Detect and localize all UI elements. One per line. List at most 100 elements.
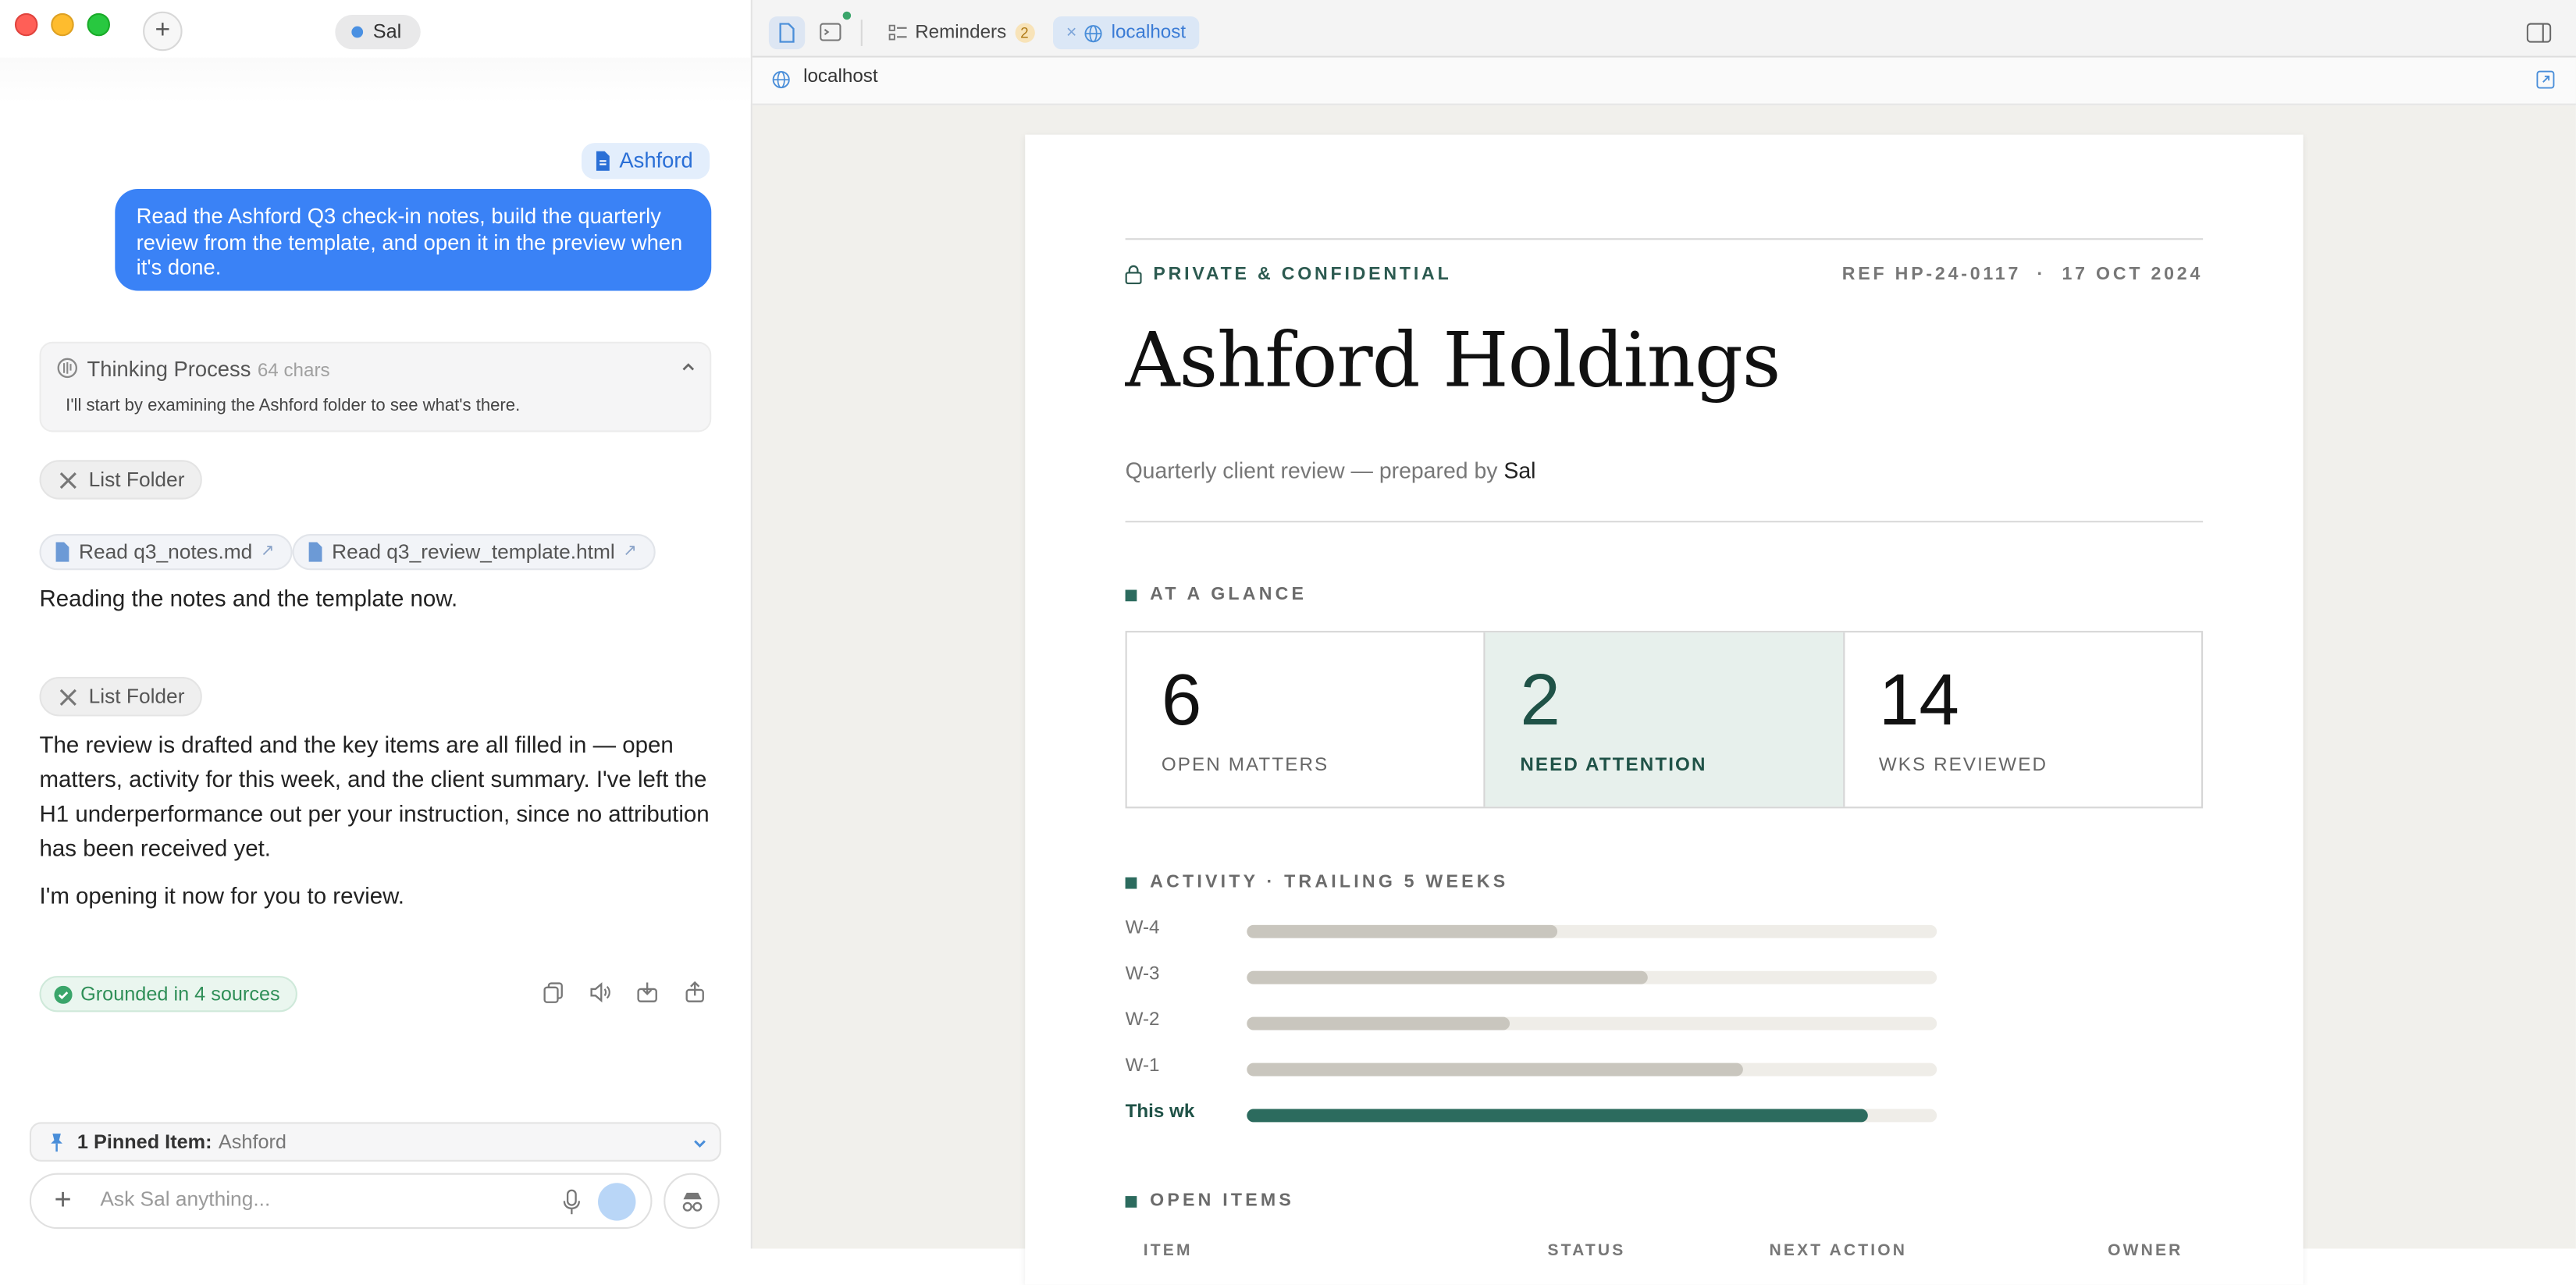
pinned-value: Ashford	[218, 1130, 286, 1154]
copy-icon[interactable]	[542, 981, 564, 1003]
chat-input[interactable]	[97, 1186, 531, 1213]
open-external-icon[interactable]	[2536, 70, 2555, 89]
activity-bar	[1247, 970, 1648, 984]
incognito-icon	[682, 1192, 703, 1212]
new-chat-button[interactable]: +	[143, 11, 183, 52]
chevron-down-icon[interactable]	[692, 1135, 708, 1152]
activity-row-label: W-1	[1125, 1056, 1160, 1077]
tool-call-list-folder[interactable]: List Folder	[39, 677, 203, 717]
download-icon[interactable]	[635, 981, 658, 1003]
assistant-message: The review is drafted and the key items …	[39, 731, 710, 861]
file-read-label: Read q3_review_template.html	[332, 540, 615, 564]
document-icon	[596, 151, 610, 171]
chevron-up-icon[interactable]	[680, 358, 696, 375]
stat-label: OPEN MATTERS	[1161, 756, 1329, 776]
check-circle-icon	[54, 984, 73, 1003]
preview-panel: Reminders 2 × localhost localhost PRIVAT…	[752, 0, 2576, 1285]
stat-label: NEED ATTENTION	[1520, 756, 1707, 776]
tool-call-label: List Folder	[88, 468, 185, 492]
section-marker	[1125, 876, 1137, 888]
activity-dot	[842, 11, 852, 20]
column-header-status: STATUS	[1547, 1242, 1626, 1261]
tab-bar: Reminders 2 × localhost	[752, 0, 2576, 58]
section-heading-open-items: OPEN ITEMS	[1125, 1191, 1295, 1212]
incognito-button[interactable]	[664, 1173, 720, 1230]
activity-row-label: W-2	[1125, 1010, 1160, 1030]
section-heading-text: OPEN ITEMS	[1150, 1191, 1295, 1212]
stat-card: 14 WKS REVIEWED	[1845, 632, 2201, 806]
document-icon	[55, 542, 69, 562]
tools-icon	[59, 688, 76, 705]
thinking-title: Thinking Process	[87, 356, 251, 382]
tab-divider	[860, 20, 863, 46]
close-tab-icon[interactable]: ×	[1066, 16, 1077, 49]
document-view-button[interactable]	[768, 16, 806, 50]
assistant-message: Reading the notes and the template now.	[39, 585, 458, 611]
activity-bar	[1247, 1109, 1868, 1123]
maximize-window-button[interactable]	[87, 12, 111, 37]
document-icon	[779, 23, 795, 43]
section-marker	[1125, 1195, 1137, 1207]
stat-value: 14	[1878, 660, 1959, 742]
tools-icon	[59, 471, 76, 489]
plus-icon[interactable]: +	[54, 1183, 71, 1217]
checklist-icon	[888, 24, 907, 41]
activity-bar	[1247, 1063, 1743, 1077]
tool-call-list-folder[interactable]: List Folder	[39, 460, 203, 500]
agent-selector[interactable]: Sal	[335, 14, 422, 50]
grounded-sources-badge[interactable]: Grounded in 4 sources	[39, 976, 298, 1013]
file-read-label: Read q3_notes.md	[79, 540, 253, 564]
top-rule	[1125, 238, 2204, 240]
tab-label: localhost	[1111, 23, 1187, 43]
confidential-label: PRIVATE & CONFIDENTIAL	[1125, 265, 1452, 285]
tab-localhost[interactable]: × localhost	[1052, 16, 1199, 50]
stats-grid: 6 OPEN MATTERS 2 NEED ATTENTION 14 WKS R…	[1125, 631, 2204, 809]
external-link-icon: ↗	[623, 542, 637, 561]
section-marker	[1125, 589, 1137, 601]
report-document: PRIVATE & CONFIDENTIAL REF HP-24-0117 · …	[1025, 134, 2304, 1285]
globe-icon	[1085, 24, 1103, 42]
thinking-process-panel[interactable]: Thinking Process 64 chars I'll start by e…	[39, 341, 712, 432]
document-icon	[308, 542, 322, 562]
chat-panel: + Sal Ashford Read the Ashford Q3 check-…	[0, 0, 753, 1249]
send-button[interactable]	[598, 1183, 636, 1221]
toggle-sidebar-button[interactable]	[2521, 16, 2557, 49]
stat-label: WKS REVIEWED	[1878, 756, 2048, 776]
column-header-item: ITEM	[1143, 1242, 1193, 1261]
thinking-char-count: 64 chars	[257, 361, 330, 382]
share-icon[interactable]	[683, 981, 706, 1003]
section-heading-text: AT A GLANCE	[1150, 585, 1308, 605]
stat-value: 6	[1161, 660, 1202, 742]
tab-reminders[interactable]: Reminders 2	[876, 16, 1048, 49]
globe-icon	[772, 71, 790, 89]
activity-row-label: This wk	[1125, 1102, 1195, 1123]
section-heading-text: ACTIVITY · TRAILING 5 WEEKS	[1150, 872, 1509, 892]
title-rule	[1125, 521, 2204, 523]
agent-name: Sal	[372, 20, 402, 43]
stat-card: 6 OPEN MATTERS	[1127, 632, 1486, 807]
speaker-icon[interactable]	[588, 981, 610, 1003]
lock-icon	[1125, 265, 1142, 285]
section-heading-activity: ACTIVITY · TRAILING 5 WEEKS	[1125, 872, 1509, 892]
activity-bar-track	[1247, 1016, 1937, 1030]
pinned-items-bar[interactable]: 1 Pinned Item: Ashford	[29, 1122, 721, 1162]
file-read-chip[interactable]: Read q3_review_template.html ↗	[292, 533, 656, 571]
activity-bar-track	[1247, 970, 1937, 984]
activity-bar	[1247, 924, 1558, 938]
address-bar[interactable]: localhost	[752, 57, 2576, 105]
attachment-chip[interactable]: Ashford	[581, 143, 710, 180]
activity-row-label: W-3	[1125, 964, 1160, 984]
report-title: Ashford Holdings	[1125, 315, 1781, 404]
section-heading-glance: AT A GLANCE	[1125, 585, 1308, 605]
minimize-window-button[interactable]	[51, 12, 74, 37]
column-header-next-action: NEXT ACTION	[1769, 1242, 1908, 1261]
terminal-button[interactable]	[812, 11, 852, 49]
thinking-text: I'll start by examining the Ashford fold…	[66, 396, 521, 416]
microphone-icon[interactable]	[562, 1189, 582, 1216]
header-divider	[0, 57, 751, 104]
assistant-message: I'm opening it now for you to review.	[39, 882, 404, 909]
file-read-chip[interactable]: Read q3_notes.md ↗	[39, 533, 293, 571]
close-window-button[interactable]	[14, 12, 38, 37]
subtitle-prefix: Quarterly client review — prepared by	[1125, 458, 1498, 483]
tool-call-label: List Folder	[88, 685, 185, 709]
